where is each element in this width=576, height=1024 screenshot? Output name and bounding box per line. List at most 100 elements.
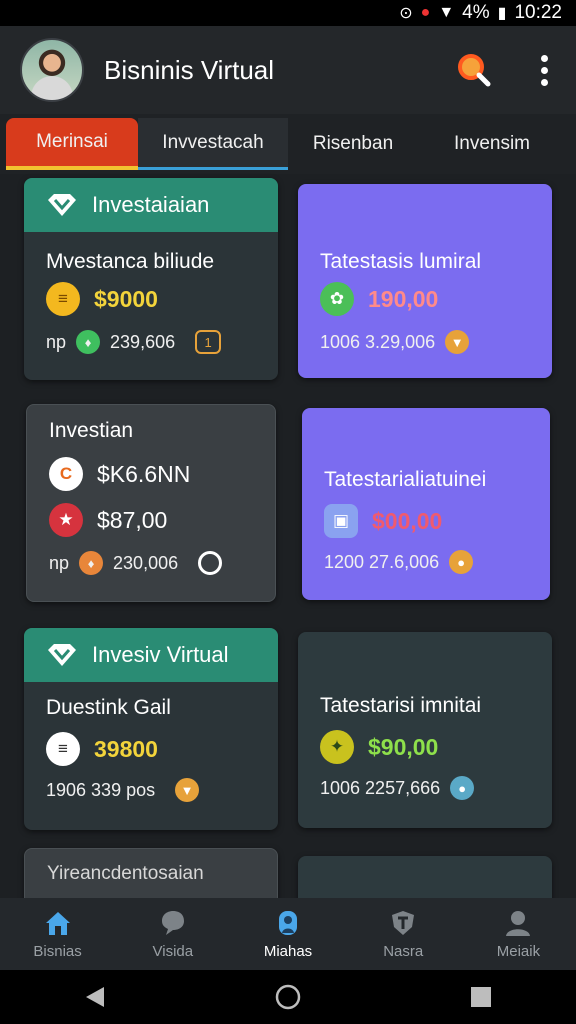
clock: 10:22 — [514, 2, 562, 23]
tab-risenban[interactable]: Risenban — [288, 118, 418, 170]
card-meta: 1906 339 pos ▼ — [46, 778, 200, 802]
card-meta: np ♦ 239,606 1 — [46, 330, 222, 354]
amount-row: ★ $87,00 — [49, 503, 167, 537]
investment-card[interactable]: Investian C $K6.6NN ★ $87,00 np ♦ 230,00… — [26, 404, 276, 602]
avatar[interactable] — [20, 38, 84, 102]
investment-card[interactable]: Invesiv Virtual Duestink Gail ≡ 39800 19… — [24, 628, 278, 830]
amount-row: ✦ $90,00 — [320, 730, 438, 764]
card-header: Invesiv Virtual — [24, 628, 278, 682]
coin-small-icon: ● — [450, 776, 475, 800]
tab-bar: Merinsai Invvestacah Risenban Invensim — [0, 114, 576, 174]
investment-card[interactable]: Investaiaian Mvestanca biliude ≡ $9000 n… — [24, 178, 278, 380]
amount-value: $K6.6NN — [97, 460, 191, 487]
recents-icon[interactable] — [470, 986, 492, 1008]
investment-card[interactable]: Tatestarialiatuinei ▣ $00,00 1200 27.6,0… — [302, 408, 550, 600]
battery-percent: 4% — [462, 2, 490, 23]
alarm-icon: ⊙ — [399, 5, 413, 22]
card-title: Investian — [49, 419, 134, 442]
star-icon: ★ — [49, 503, 83, 537]
amount-row: ≡ 39800 — [46, 732, 158, 766]
currency-icon: C — [49, 457, 83, 491]
nav-label: Nasra — [383, 942, 424, 960]
nav-item-bisnias[interactable]: Bisnias — [0, 898, 115, 970]
battery-icon: ▮ — [497, 5, 507, 22]
page-title: Bisninis Virtual — [104, 54, 275, 85]
more-vertical-icon — [540, 54, 548, 62]
card-title: Tatestarisi imnitai — [320, 694, 482, 717]
nav-item-visida[interactable]: Visida — [115, 898, 230, 970]
search-icon — [458, 54, 491, 87]
home-icon — [45, 911, 70, 935]
meta-prefix: np — [49, 552, 70, 573]
diamond-icon — [48, 644, 76, 666]
timer-icon — [198, 551, 223, 575]
shield-icon — [392, 910, 415, 935]
card-meta: 1200 27.6,006 ● — [324, 550, 474, 574]
system-navigation — [0, 970, 576, 1024]
amount-row: ✿ 190,00 — [320, 282, 438, 316]
card-title: Duestink Gail — [46, 696, 171, 719]
meta-value: 1006 2257,666 — [320, 777, 441, 798]
tab-invensim[interactable]: Invensim — [418, 118, 566, 170]
amount-row: ▣ $00,00 — [324, 504, 442, 538]
card-header: Investaiaian — [24, 178, 278, 232]
nav-item-miahas[interactable]: Miahas — [230, 898, 345, 970]
status-bar: ⊙ ● ▼ 4% ▮ 10:22 — [0, 0, 576, 26]
card-meta: np ♦ 230,006 — [49, 551, 223, 575]
profile-icon — [506, 910, 531, 936]
ticket-icon: 1 — [195, 330, 222, 354]
nav-label: Bisnias — [33, 942, 82, 960]
amount-row: C $K6.6NN — [49, 457, 190, 491]
drop-icon: ♦ — [76, 330, 101, 354]
nav-label: Miahas — [263, 942, 313, 960]
app-bar: Bisninis Virtual — [0, 26, 576, 114]
amount-value: 39800 — [94, 735, 158, 762]
investment-card[interactable]: Tatestasis lumiral ✿ 190,00 1006 3.29,00… — [298, 184, 552, 378]
bag-icon: ▣ — [324, 504, 358, 538]
diamond-icon — [48, 194, 76, 216]
card-meta: 1006 3.29,006 ▼ — [320, 330, 470, 354]
drop-icon: ♦ — [79, 551, 104, 575]
card-title: Yireancdentosaian — [47, 863, 204, 884]
meta-value: 230,006 — [113, 552, 179, 573]
menu-coin-icon: ≡ — [46, 732, 80, 766]
tab-invvestacah[interactable]: Invvestacah — [138, 118, 288, 170]
bottom-navigation: Bisnias Visida Miahas Nasra Meiaik — [0, 898, 576, 970]
home-circle-icon[interactable] — [275, 984, 301, 1010]
clover-icon: ✿ — [320, 282, 354, 316]
card-title: Mvestanca biliude — [46, 250, 215, 273]
fox-icon: ▼ — [445, 330, 470, 354]
more-menu-button[interactable] — [532, 50, 556, 90]
card-header-label: Invesiv Virtual — [92, 642, 229, 667]
meta-value: 1906 339 pos — [46, 779, 156, 800]
amount-value: $9000 — [94, 285, 158, 312]
meta-value: 1200 27.6,006 — [324, 551, 440, 572]
back-icon[interactable] — [84, 985, 106, 1009]
person-icon — [279, 910, 297, 935]
nav-item-nasra[interactable]: Nasra — [346, 898, 461, 970]
investment-card[interactable]: Tatestarisi imnitai ✦ $90,00 1006 2257,6… — [298, 632, 552, 828]
amount-row: ≡ $9000 — [46, 282, 158, 316]
nav-item-meiaik[interactable]: Meiaik — [461, 898, 576, 970]
card-title: Tatestasis lumiral — [320, 250, 482, 273]
wifi-icon: ▼ — [438, 4, 455, 21]
card-title: Tatestarialiatuinei — [324, 468, 487, 491]
nav-label: Meiaik — [496, 942, 541, 960]
tab-merinsai[interactable]: Merinsai — [6, 118, 138, 170]
notification-icon: ● — [420, 4, 431, 21]
amount-value: $87,00 — [97, 506, 168, 533]
amount-value: $00,00 — [372, 507, 443, 534]
card-meta: 1006 2257,666 ● — [320, 776, 475, 800]
meta-value: 1006 3.29,006 — [320, 331, 436, 352]
gem-icon: ✦ — [320, 730, 354, 764]
coin-icon: ≡ — [46, 282, 80, 316]
nav-label: Visida — [152, 942, 194, 960]
meta-value: 239,606 — [110, 331, 176, 352]
meta-prefix: np — [46, 331, 67, 352]
coin-small-icon: ● — [449, 550, 474, 574]
chat-icon — [161, 910, 184, 935]
card-header-label: Investaiaian — [92, 192, 210, 217]
amount-value: 190,00 — [368, 285, 439, 312]
search-button[interactable] — [454, 50, 494, 90]
fox-icon: ▼ — [175, 778, 200, 802]
